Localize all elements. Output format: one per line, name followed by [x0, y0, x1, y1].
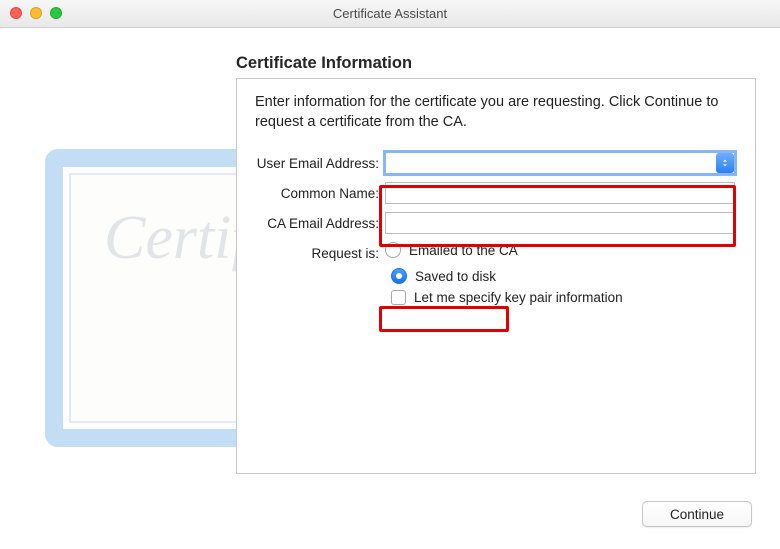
radio-emailed[interactable]: [385, 242, 401, 258]
user-email-combobox[interactable]: [385, 152, 735, 174]
chevron-down-icon[interactable]: [716, 153, 734, 173]
checkbox-spec-keypair-label: Let me specify key pair information: [414, 290, 623, 305]
common-name-field[interactable]: [385, 182, 735, 204]
ca-email-label: CA Email Address:: [237, 216, 385, 231]
checkbox-spec-keypair[interactable]: [391, 290, 406, 305]
window-titlebar: Certificate Assistant: [0, 0, 780, 28]
ca-email-field[interactable]: [385, 212, 735, 234]
radio-saved-label: Saved to disk: [415, 269, 496, 284]
radio-saved[interactable]: [391, 268, 407, 284]
user-email-label: User Email Address:: [237, 156, 385, 171]
continue-button-label: Continue: [670, 507, 724, 522]
instructions-text: Enter information for the certificate yo…: [237, 79, 755, 142]
request-is-label: Request is:: [237, 246, 385, 261]
content-panel: Enter information for the certificate yo…: [236, 78, 756, 474]
window-close-button[interactable]: [10, 7, 22, 19]
window-minimize-button[interactable]: [30, 7, 42, 19]
continue-button[interactable]: Continue: [642, 501, 752, 527]
window-title: Certificate Assistant: [0, 6, 780, 21]
radio-emailed-label: Emailed to the CA: [409, 243, 518, 258]
common-name-label: Common Name:: [237, 186, 385, 201]
window-zoom-button[interactable]: [50, 7, 62, 19]
page-title: Certificate Information: [236, 54, 412, 73]
